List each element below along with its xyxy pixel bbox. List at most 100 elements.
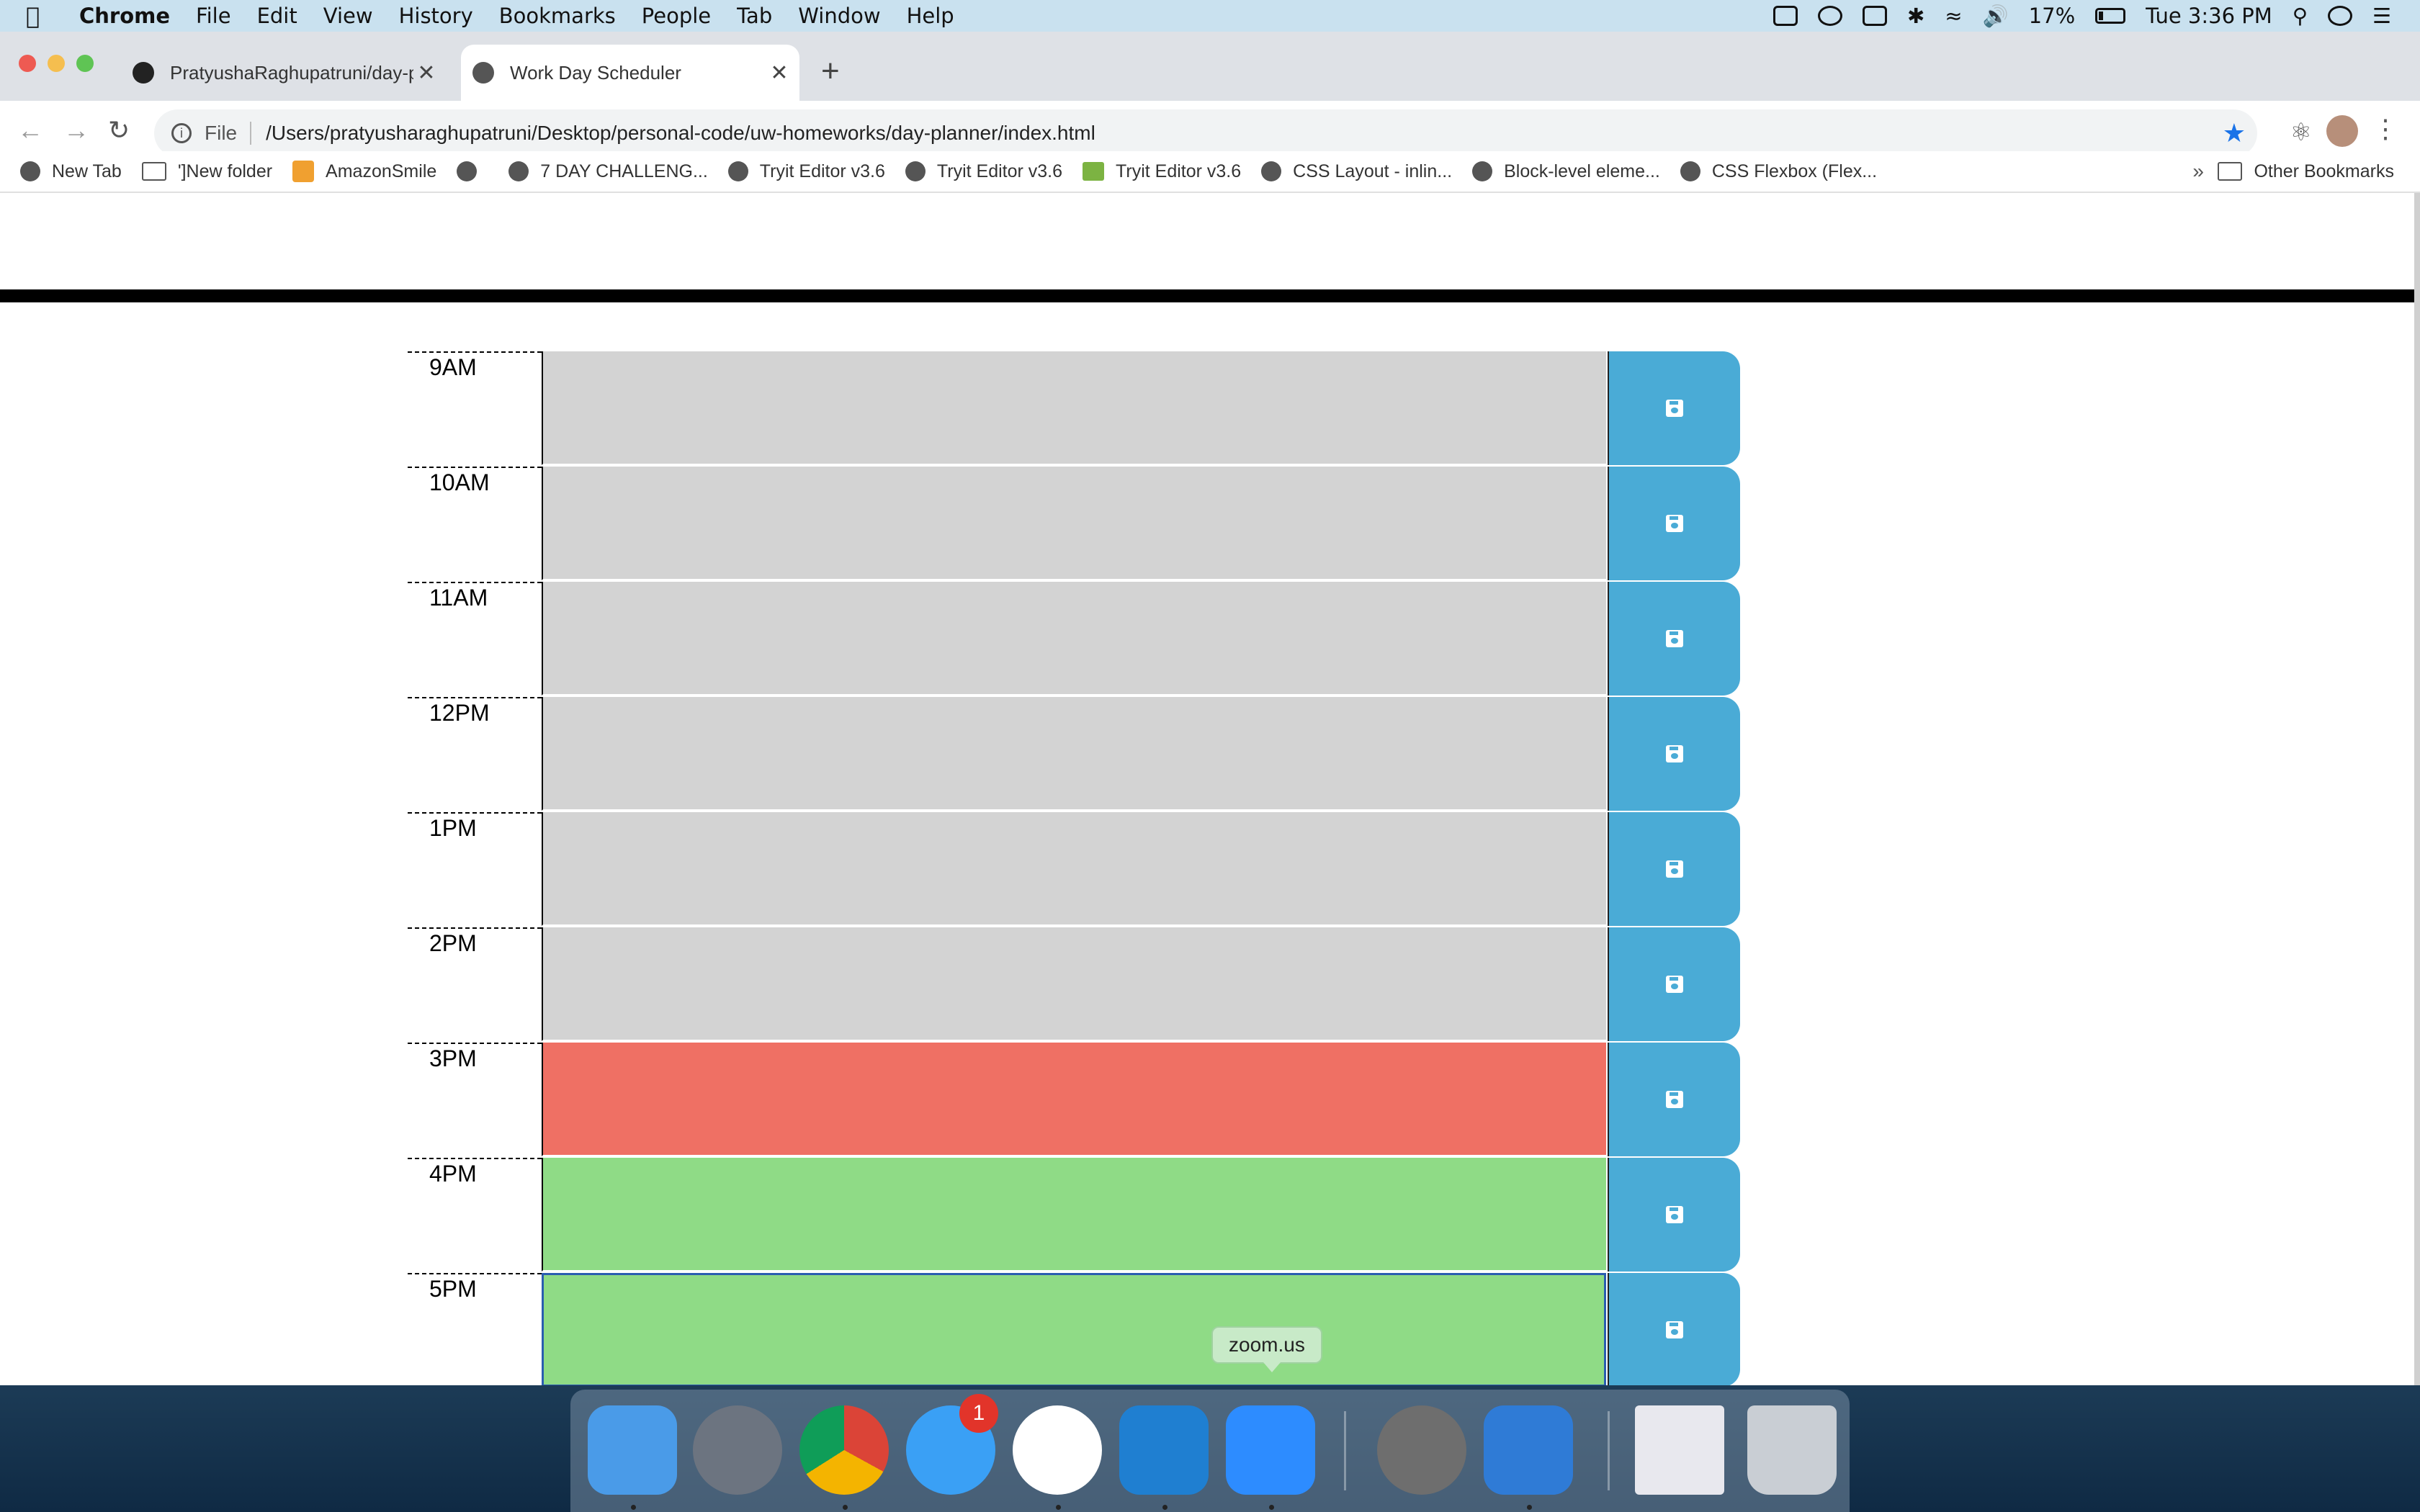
url-text[interactable]: /Users/pratyusharaghupatruni/Desktop/per… bbox=[266, 122, 1095, 145]
task-textarea[interactable] bbox=[542, 1158, 1606, 1272]
menu-tab[interactable]: Tab bbox=[737, 4, 772, 28]
notification-center-icon[interactable]: ☰ bbox=[2372, 4, 2391, 28]
menu-history[interactable]: History bbox=[399, 4, 473, 28]
launchpad-icon[interactable] bbox=[693, 1405, 782, 1495]
address-bar[interactable]: i File /Users/pratyusharaghupatruni/Desk… bbox=[154, 109, 2257, 157]
save-button[interactable] bbox=[1608, 582, 1740, 696]
bookmark-label: ']New folder bbox=[177, 161, 273, 181]
chrome-menu-icon[interactable]: ⋮ bbox=[2372, 114, 2398, 144]
task-textarea[interactable] bbox=[542, 351, 1606, 465]
task-textarea[interactable] bbox=[542, 1273, 1606, 1385]
airplay-icon[interactable] bbox=[1862, 6, 1887, 26]
task-textarea[interactable] bbox=[542, 697, 1606, 811]
tab-github[interactable]: PratyushaRaghupatruni/day-pl ✕ bbox=[121, 45, 447, 101]
menu-people[interactable]: People bbox=[642, 4, 711, 28]
window-close-icon[interactable] bbox=[19, 55, 36, 72]
globe-icon bbox=[508, 161, 529, 181]
window-zoom-icon[interactable] bbox=[76, 55, 94, 72]
task-textarea[interactable] bbox=[542, 812, 1606, 926]
hour-text: 3PM bbox=[429, 1045, 477, 1071]
task-textarea[interactable] bbox=[542, 927, 1606, 1041]
save-button[interactable] bbox=[1608, 1273, 1740, 1385]
task-textarea[interactable] bbox=[542, 467, 1606, 580]
battery-percent[interactable]: 17% bbox=[2029, 4, 2075, 28]
bookmark-label: Other Bookmarks bbox=[2254, 161, 2394, 181]
save-button[interactable] bbox=[1608, 1158, 1740, 1272]
bookmark-tryit-1[interactable]: Tryit Editor v3.6 bbox=[727, 161, 885, 182]
hour-label: 11AM bbox=[408, 582, 542, 697]
menu-window[interactable]: Window bbox=[798, 4, 880, 28]
bookmarks-overflow-button[interactable]: » bbox=[2192, 160, 2204, 183]
amazon-icon bbox=[292, 161, 315, 182]
bookmark-amazonsmile[interactable]: AmazonSmile bbox=[292, 161, 436, 182]
reload-button[interactable]: ↻ bbox=[108, 115, 130, 145]
bookmark-new-tab[interactable]: New Tab bbox=[20, 161, 122, 182]
siri-icon[interactable] bbox=[2328, 6, 2352, 26]
task-textarea[interactable] bbox=[542, 582, 1606, 696]
bookmark-css-layout[interactable]: CSS Layout - inlin... bbox=[1261, 161, 1452, 182]
save-icon bbox=[1666, 1321, 1683, 1338]
spotlight-icon[interactable]: ⚲ bbox=[2293, 4, 2308, 28]
bluetooth-icon[interactable]: ✱ bbox=[1907, 4, 1924, 28]
bookmark-css-flexbox[interactable]: CSS Flexbox (Flex... bbox=[1680, 161, 1877, 182]
menu-bookmarks[interactable]: Bookmarks bbox=[499, 4, 616, 28]
system-preferences-icon[interactable] bbox=[1377, 1405, 1466, 1495]
xcode-icon[interactable] bbox=[1484, 1405, 1573, 1495]
minimized-window-icon[interactable] bbox=[1635, 1405, 1724, 1495]
task-textarea[interactable] bbox=[542, 1043, 1606, 1156]
bookmark-block-level[interactable]: Block-level eleme... bbox=[1472, 161, 1660, 182]
forward-button[interactable]: → bbox=[63, 115, 89, 145]
zoom-status-icon[interactable] bbox=[1773, 6, 1798, 26]
bookmark-star-icon[interactable]: ★ bbox=[2223, 118, 2246, 148]
save-button[interactable] bbox=[1608, 467, 1740, 580]
menu-edit[interactable]: Edit bbox=[257, 4, 297, 28]
save-button[interactable] bbox=[1608, 351, 1740, 465]
hour-text: 1PM bbox=[429, 815, 477, 841]
close-icon[interactable]: ✕ bbox=[413, 60, 439, 86]
bookmark-new-folder[interactable]: ']New folder bbox=[141, 161, 273, 182]
hour-label: 10AM bbox=[408, 467, 542, 582]
apple-menu-icon[interactable]:  bbox=[26, 2, 65, 30]
menu-file[interactable]: File bbox=[196, 4, 231, 28]
window-minimize-icon[interactable] bbox=[48, 55, 65, 72]
save-button[interactable] bbox=[1608, 812, 1740, 926]
other-bookmarks[interactable]: Other Bookmarks bbox=[2218, 161, 2394, 182]
running-indicator bbox=[1056, 1505, 1061, 1510]
slack-icon[interactable] bbox=[1013, 1405, 1102, 1495]
bookmark-tryit-2[interactable]: Tryit Editor v3.6 bbox=[905, 161, 1062, 182]
close-icon[interactable]: ✕ bbox=[766, 60, 792, 86]
clock[interactable]: Tue 3:36 PM bbox=[2146, 4, 2272, 28]
github-icon bbox=[133, 62, 154, 84]
info-icon[interactable]: i bbox=[171, 123, 192, 143]
zoom-icon[interactable] bbox=[1226, 1405, 1315, 1495]
wifi-icon[interactable]: ≈ bbox=[1945, 4, 1962, 28]
vscode-icon[interactable] bbox=[1119, 1405, 1209, 1495]
profile-avatar[interactable] bbox=[2326, 115, 2358, 147]
new-tab-button[interactable]: + bbox=[821, 53, 840, 89]
tab-work-day-scheduler[interactable]: Work Day Scheduler ✕ bbox=[461, 45, 799, 101]
time-block: 10AM bbox=[408, 467, 1740, 582]
save-button[interactable] bbox=[1608, 697, 1740, 811]
volume-icon[interactable]: 🔊 bbox=[1983, 4, 2009, 29]
finder-icon[interactable] bbox=[588, 1405, 677, 1495]
bookmark-unnamed[interactable] bbox=[457, 161, 488, 181]
menu-app-name[interactable]: Chrome bbox=[79, 4, 170, 28]
save-button[interactable] bbox=[1608, 1043, 1740, 1156]
menu-view[interactable]: View bbox=[323, 4, 373, 28]
bookmark-tryit-3[interactable]: Tryit Editor v3.6 bbox=[1083, 161, 1241, 182]
hour-label: 3PM bbox=[408, 1043, 542, 1158]
creative-cloud-icon[interactable] bbox=[1817, 6, 1842, 26]
chrome-icon[interactable] bbox=[799, 1405, 889, 1495]
bookmark-label: CSS Layout - inlin... bbox=[1293, 161, 1453, 181]
globe-icon bbox=[727, 161, 748, 181]
url-scheme: File bbox=[205, 122, 252, 145]
save-button[interactable] bbox=[1608, 927, 1740, 1041]
save-icon bbox=[1666, 976, 1683, 993]
trash-icon[interactable] bbox=[1747, 1405, 1837, 1495]
time-block: 12PM bbox=[408, 697, 1740, 812]
extensions-icon[interactable]: ⚛ bbox=[2290, 118, 2312, 147]
bookmark-7-day-challenge[interactable]: 7 DAY CHALLENG... bbox=[508, 161, 708, 182]
battery-icon[interactable] bbox=[2095, 8, 2126, 24]
menu-help[interactable]: Help bbox=[907, 4, 954, 28]
back-button[interactable]: ← bbox=[17, 115, 43, 145]
